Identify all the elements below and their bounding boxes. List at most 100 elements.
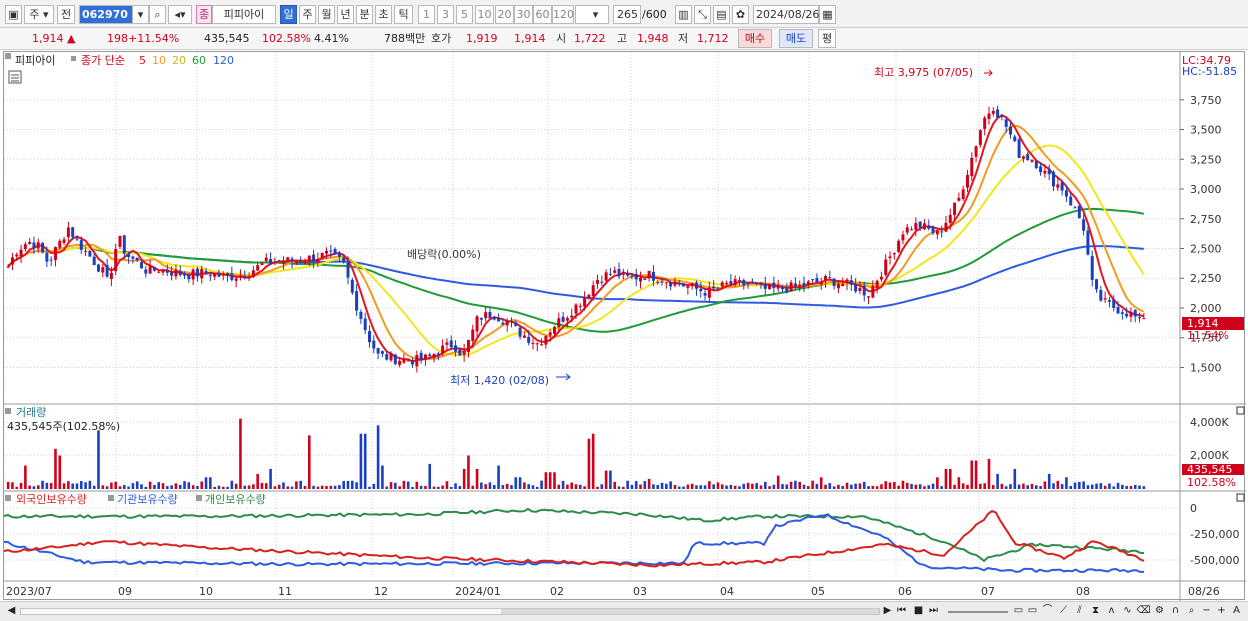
interval-3[interactable]: 3: [437, 5, 454, 24]
legend-ma5[interactable]: 5: [139, 54, 146, 67]
channel-tool-icon[interactable]: ⫽: [1072, 604, 1087, 619]
page-forward-icon[interactable]: ⏭: [926, 604, 941, 619]
interval-5[interactable]: 5: [456, 5, 473, 24]
wave-tool-icon[interactable]: ∿: [1120, 604, 1135, 619]
candle-body: [922, 223, 926, 230]
market-type-select[interactable]: 주 ▾: [24, 5, 54, 24]
volume-bar: [376, 425, 380, 489]
line-tool-icon[interactable]: ⌒: [1040, 604, 1055, 619]
volume-bar: [609, 470, 612, 489]
legend-ma60[interactable]: 60: [192, 54, 206, 67]
horizontal-scrollbar[interactable]: [20, 608, 880, 615]
scroll-right-icon[interactable]: ▶: [880, 604, 895, 619]
trend-tool-icon[interactable]: ⟋: [1056, 604, 1071, 619]
erase-tool-icon[interactable]: ⌫: [1136, 604, 1151, 619]
buy-button[interactable]: 매수: [738, 29, 772, 48]
zoom-slider[interactable]: [948, 611, 1008, 613]
volume-bar: [329, 485, 333, 489]
volume-bar: [720, 484, 724, 489]
period-second[interactable]: 초: [375, 5, 392, 24]
prev-button[interactable]: 전: [57, 5, 75, 24]
expand-view-icon[interactable]: ▭: [1026, 604, 1039, 619]
stop-icon[interactable]: ■: [911, 604, 926, 619]
volume-bar: [991, 485, 995, 489]
gear-icon[interactable]: ✿: [732, 5, 749, 24]
candle-body: [380, 351, 384, 354]
candle-type-icon[interactable]: ▥: [675, 5, 692, 24]
scroll-left-icon[interactable]: ◀: [4, 604, 19, 619]
period-tick[interactable]: 틱: [394, 5, 413, 24]
legend-ma120[interactable]: 120: [213, 54, 234, 67]
stock-code-input[interactable]: 062970: [79, 5, 133, 24]
legend-series-label[interactable]: 종가 단순: [81, 54, 125, 67]
window-menu-icon[interactable]: ▣: [5, 5, 22, 24]
holding-tick-label: 0: [1190, 502, 1197, 515]
volume-bar: [144, 486, 148, 489]
draw-tool-icon[interactable]: ⤡: [694, 5, 711, 24]
chart-svg[interactable]: 3,750 3,500 3,250 3,000 2,750 2,500 2,250 2,000…: [3, 52, 1246, 601]
candle-body: [23, 244, 27, 250]
legend-stock-name[interactable]: 피피아이: [15, 54, 55, 67]
calendar-icon[interactable]: ▦: [819, 5, 836, 24]
avg-button[interactable]: 평: [818, 29, 836, 48]
font-size-icon[interactable]: A: [1229, 604, 1244, 619]
period-year[interactable]: 년: [337, 5, 354, 24]
volume-panel-close-icon[interactable]: [1236, 406, 1245, 415]
candle-body: [484, 312, 488, 319]
period-day[interactable]: 일: [280, 5, 297, 24]
candle-body: [294, 261, 298, 264]
scrollbar-thumb[interactable]: [501, 609, 879, 614]
candle-body: [299, 260, 303, 263]
search-icon[interactable]: ⌕: [149, 5, 166, 24]
period-week[interactable]: 주: [299, 5, 316, 24]
holding-panel-close-icon[interactable]: [1236, 493, 1245, 502]
save-icon[interactable]: ▤: [713, 5, 730, 24]
high-marker-arrow: [984, 69, 993, 77]
minus-icon[interactable]: −: [1199, 604, 1214, 619]
interval-20[interactable]: 20: [495, 5, 514, 24]
legend-foreign[interactable]: 외국인보유수량: [16, 493, 87, 506]
speaker-icon[interactable]: ◂▾: [168, 5, 192, 24]
zoom-search-icon[interactable]: ⌕: [1184, 604, 1199, 619]
interval-30[interactable]: 30: [514, 5, 533, 24]
volume-title[interactable]: 거래량: [16, 406, 46, 419]
volume-bar: [1138, 485, 1141, 489]
volume-value: 435,545: [204, 32, 250, 45]
count-input[interactable]: 265: [613, 5, 641, 24]
interval-1[interactable]: 1: [418, 5, 435, 24]
candle-body: [798, 284, 802, 286]
interval-10[interactable]: 10: [475, 5, 494, 24]
settings-tool-icon[interactable]: ⚙: [1152, 604, 1167, 619]
interval-60[interactable]: 60: [533, 5, 552, 24]
reduce-view-icon[interactable]: ▭: [1012, 604, 1025, 619]
legend-individual[interactable]: 개인보유수량: [205, 493, 266, 506]
open-price: 1,722: [574, 32, 606, 45]
volume-bar: [617, 486, 621, 489]
candle-body: [1008, 126, 1012, 135]
interval-120[interactable]: 120: [552, 5, 574, 24]
fibo-tool-icon[interactable]: ⧗: [1088, 604, 1103, 619]
candle-body: [557, 318, 561, 328]
code-dropdown-icon[interactable]: ▾: [132, 5, 149, 24]
period-minute[interactable]: 분: [356, 5, 373, 24]
candle-body: [561, 316, 565, 322]
pattern-tool-icon[interactable]: ʌ: [1104, 604, 1119, 619]
plus-icon[interactable]: +: [1214, 604, 1229, 619]
candle-body: [806, 281, 810, 286]
candle-body: [785, 287, 789, 293]
candle-body: [918, 221, 922, 228]
legend-ma10[interactable]: 10: [152, 54, 166, 67]
period-month[interactable]: 월: [318, 5, 335, 24]
legend-ma20[interactable]: 20: [172, 54, 186, 67]
date-input[interactable]: 2024/08/26: [753, 5, 819, 24]
interval-custom-select[interactable]: ▾: [575, 5, 609, 24]
volume-bar: [910, 483, 913, 489]
sell-button[interactable]: 매도: [779, 29, 813, 48]
candle-body: [1086, 230, 1090, 255]
volume-bar: [604, 470, 608, 489]
chart-area[interactable]: 3,750 3,500 3,250 3,000 2,750 2,500 2,250 2,000…: [3, 51, 1246, 601]
volume-bar: [28, 485, 31, 489]
magnet-icon[interactable]: ∩: [1168, 604, 1183, 619]
page-back-icon[interactable]: ⏮: [894, 604, 909, 619]
legend-institution[interactable]: 기관보유수량: [117, 493, 178, 506]
